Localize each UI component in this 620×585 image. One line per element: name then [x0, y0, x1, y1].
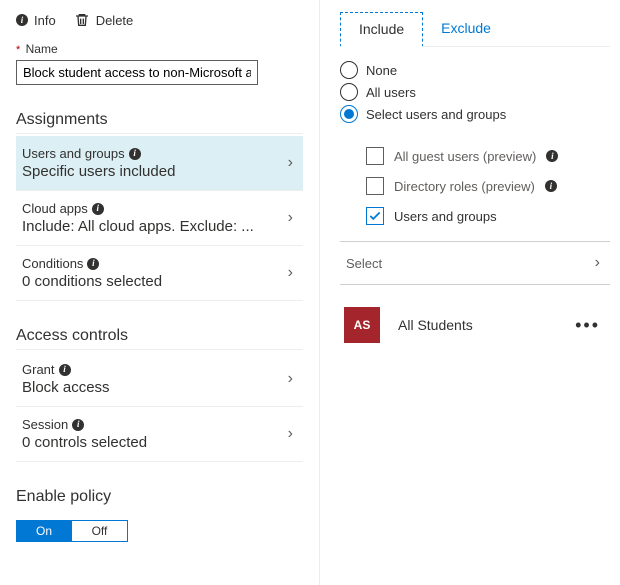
info-icon: i: [87, 258, 99, 270]
chevron-right-icon: ›: [284, 264, 297, 282]
radio-icon: [340, 83, 358, 101]
select-button[interactable]: Select ›: [340, 241, 610, 285]
radio-select-users[interactable]: Select users and groups: [340, 103, 610, 125]
assignments-conditions[interactable]: Conditions i 0 conditions selected ›: [16, 246, 303, 301]
access-grant[interactable]: Grant i Block access ›: [16, 352, 303, 407]
delete-button[interactable]: Delete: [74, 12, 134, 28]
chevron-right-icon: ›: [284, 209, 297, 227]
enable-policy-toggle[interactable]: On Off: [16, 520, 303, 542]
item-title: Cloud apps: [22, 201, 88, 216]
info-icon: i: [545, 180, 557, 192]
tab-exclude[interactable]: Exclude: [423, 12, 509, 46]
delete-label: Delete: [96, 13, 134, 28]
item-sub: 0 controls selected: [22, 434, 284, 451]
more-icon[interactable]: •••: [569, 315, 606, 336]
info-icon: i: [546, 150, 558, 162]
access-controls-header: Access controls: [16, 327, 303, 350]
radio-icon: [340, 105, 358, 123]
assignments-header: Assignments: [16, 111, 303, 134]
check-guest-users[interactable]: All guest users (preview) i: [366, 141, 610, 171]
item-title: Session: [22, 417, 68, 432]
selected-entity[interactable]: AS All Students •••: [340, 303, 610, 347]
avatar: AS: [344, 307, 380, 343]
required-star: *: [16, 44, 20, 56]
toggle-on[interactable]: On: [16, 520, 72, 542]
info-icon: i: [72, 419, 84, 431]
trash-icon: [74, 12, 90, 28]
info-icon: i: [129, 148, 141, 160]
item-sub: 0 conditions selected: [22, 273, 284, 290]
checkbox-icon: [366, 207, 384, 225]
radio-all-users[interactable]: All users: [340, 81, 610, 103]
access-session[interactable]: Session i 0 controls selected ›: [16, 407, 303, 462]
radio-none[interactable]: None: [340, 59, 610, 81]
name-input[interactable]: [16, 60, 258, 85]
chevron-right-icon: ›: [591, 254, 604, 272]
item-title: Conditions: [22, 256, 83, 271]
enable-policy-header: Enable policy: [16, 488, 303, 510]
info-icon: i: [92, 203, 104, 215]
name-label: * Name: [16, 42, 303, 56]
radio-icon: [340, 61, 358, 79]
checkbox-icon: [366, 147, 384, 165]
chevron-right-icon: ›: [284, 425, 297, 443]
chevron-right-icon: ›: [284, 154, 297, 172]
info-label: Info: [34, 13, 56, 28]
info-icon: i: [16, 14, 28, 26]
check-directory-roles[interactable]: Directory roles (preview) i: [366, 171, 610, 201]
item-sub: Block access: [22, 379, 284, 396]
assignments-users-groups[interactable]: Users and groups i Specific users includ…: [16, 136, 303, 191]
select-label: Select: [346, 256, 591, 271]
item-title: Users and groups: [22, 146, 125, 161]
chevron-right-icon: ›: [284, 370, 297, 388]
info-icon: i: [59, 364, 71, 376]
item-sub: Include: All cloud apps. Exclude: ...: [22, 218, 272, 235]
check-users-groups[interactable]: Users and groups: [366, 201, 610, 231]
entity-name: All Students: [398, 317, 551, 333]
info-button[interactable]: i Info: [16, 12, 56, 28]
item-sub: Specific users included: [22, 163, 284, 180]
assignments-cloud-apps[interactable]: Cloud apps i Include: All cloud apps. Ex…: [16, 191, 303, 246]
tab-include[interactable]: Include: [340, 12, 423, 47]
toggle-off[interactable]: Off: [72, 520, 128, 542]
checkbox-icon: [366, 177, 384, 195]
item-title: Grant: [22, 362, 55, 377]
